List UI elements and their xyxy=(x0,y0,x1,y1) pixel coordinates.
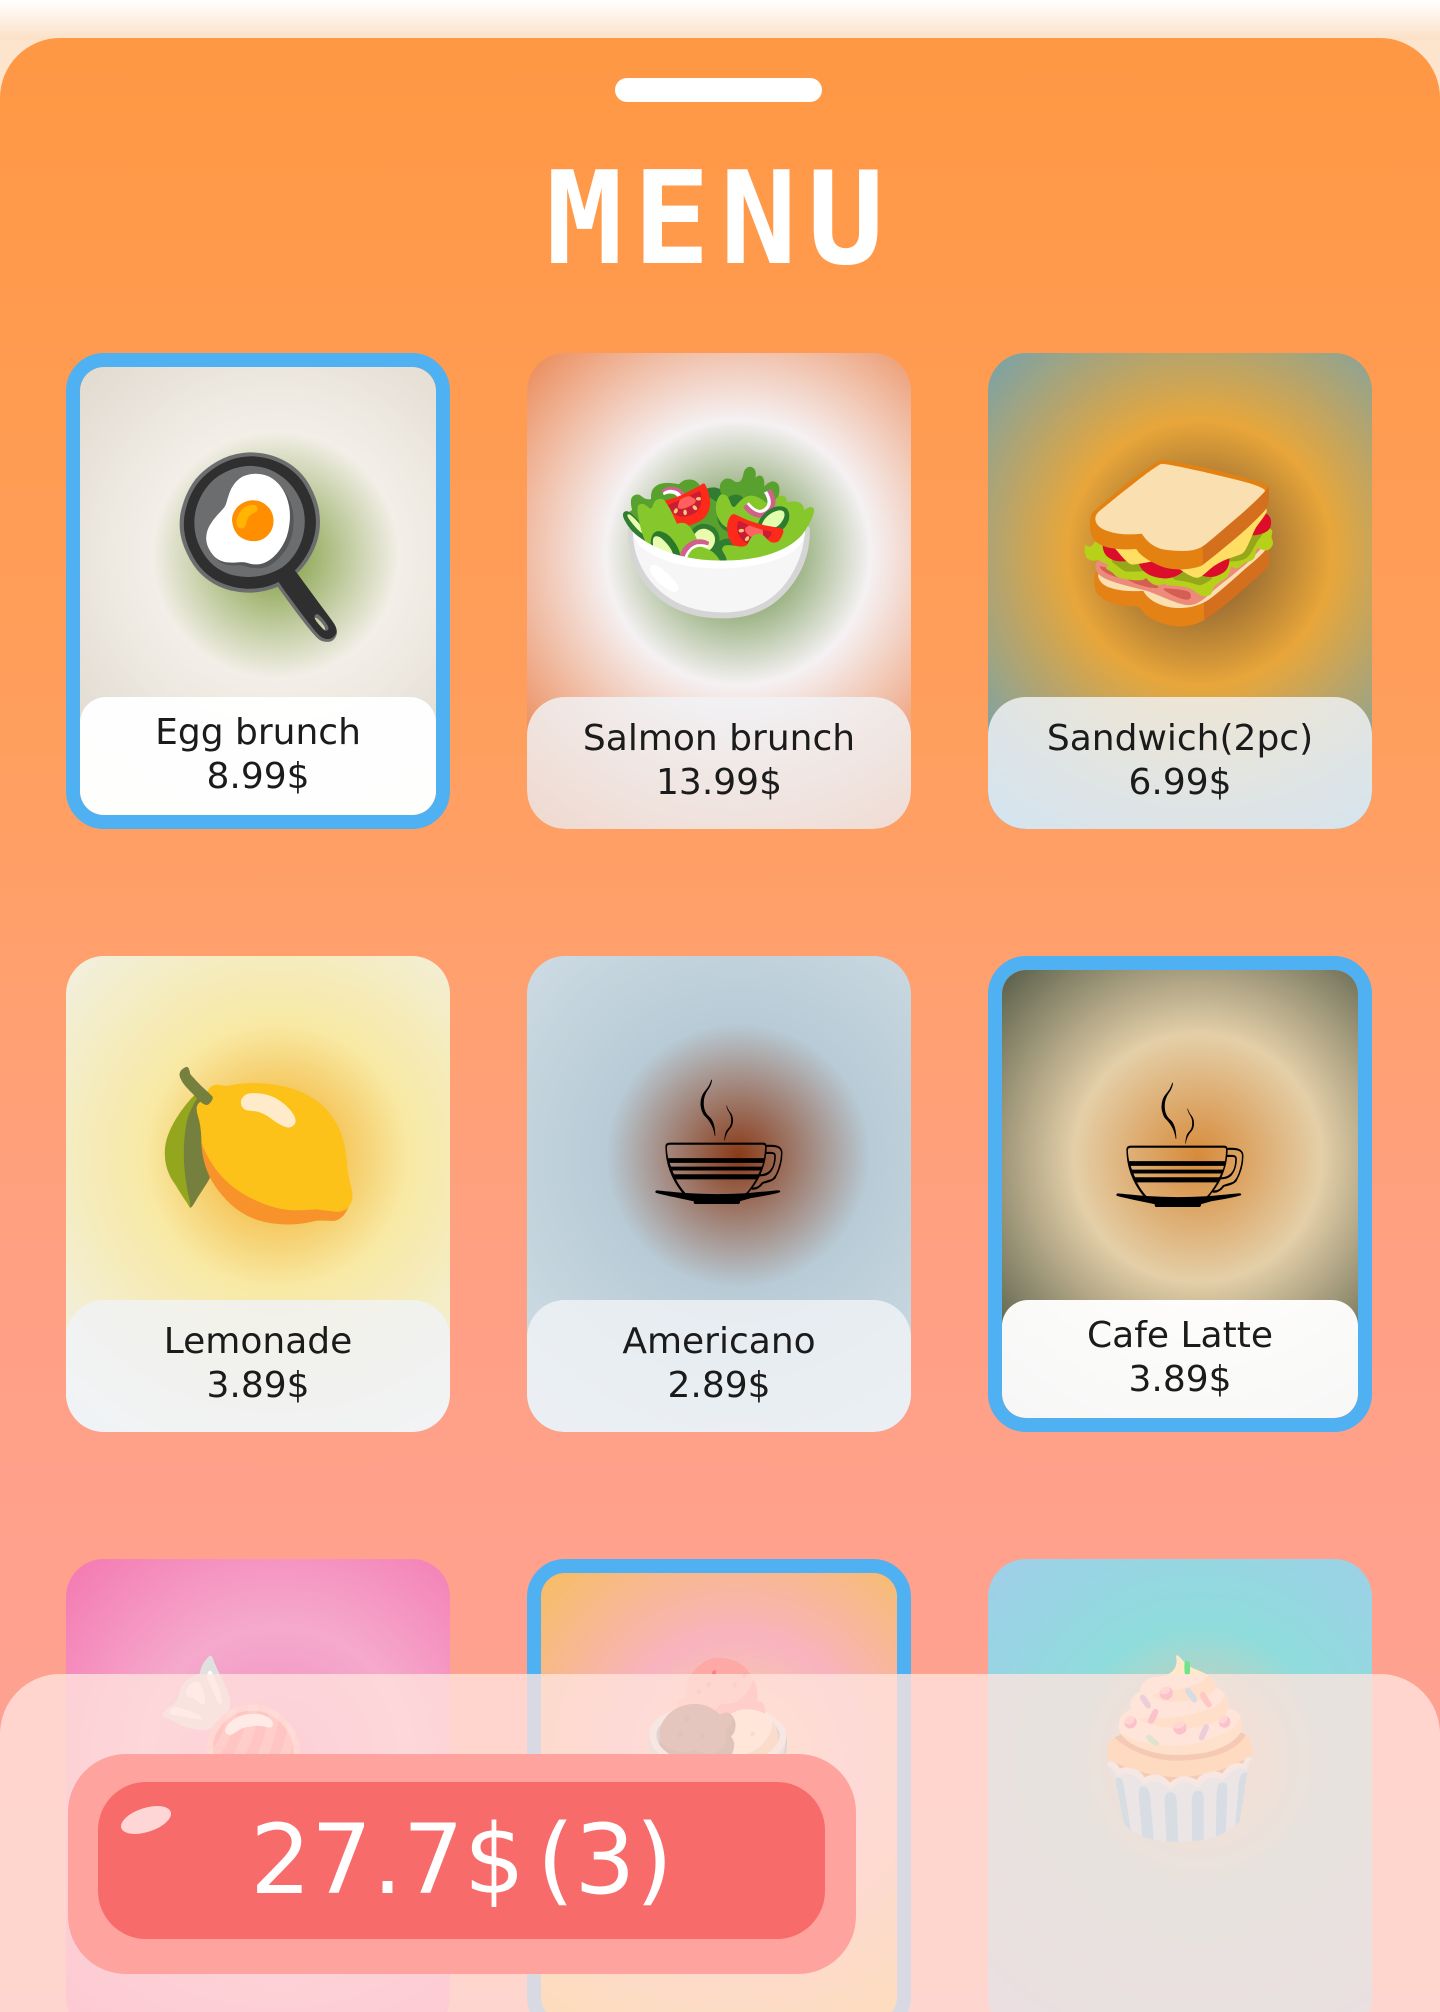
lemonade-icon: 🍋 xyxy=(152,1047,364,1246)
menu-item-card[interactable]: 🥪 Sandwich(2pc) 6.99$ xyxy=(988,353,1372,829)
menu-item-card[interactable]: 🍳 Egg brunch 8.99$ xyxy=(66,353,450,829)
menu-item-name: Lemonade xyxy=(163,1321,353,1362)
cart-count: (3) xyxy=(536,1804,673,1916)
menu-item-name: Americano xyxy=(622,1321,816,1362)
latte-icon: ☕ xyxy=(1103,1050,1257,1249)
cart-summary[interactable]: 27.7$ (3) xyxy=(98,1782,825,1939)
menu-item-card[interactable]: 🥗 Salmon brunch 13.99$ xyxy=(527,353,911,829)
menu-item-label: Sandwich(2pc) 6.99$ xyxy=(988,697,1372,829)
menu-item-label: Americano 2.89$ xyxy=(527,1300,911,1432)
menu-item-price: 8.99$ xyxy=(206,756,310,797)
cart-total: 27.7$ xyxy=(250,1804,525,1916)
menu-item-price: 2.89$ xyxy=(667,1365,771,1406)
menu-item-card[interactable]: 🍋 Lemonade 3.89$ xyxy=(66,956,450,1432)
menu-item-price: 6.99$ xyxy=(1128,762,1232,803)
menu-item-card[interactable]: ☕ Cafe Latte 3.89$ xyxy=(988,956,1372,1432)
menu-item-price: 13.99$ xyxy=(656,762,782,803)
page-title: MENU xyxy=(545,145,895,294)
menu-item-name: Egg brunch xyxy=(155,712,361,753)
menu-item-label: Cafe Latte 3.89$ xyxy=(1002,1300,1358,1418)
sheet-drag-handle[interactable] xyxy=(615,78,822,102)
menu-item-name: Salmon brunch xyxy=(582,718,856,759)
menu-item-price: 3.89$ xyxy=(1128,1359,1232,1400)
menu-item-card[interactable]: ☕ Americano 2.89$ xyxy=(527,956,911,1432)
americano-icon: ☕ xyxy=(642,1047,796,1246)
menu-item-label: Salmon brunch 13.99$ xyxy=(527,697,911,829)
menu-item-label: Egg brunch 8.99$ xyxy=(80,697,436,815)
menu-item-price: 3.89$ xyxy=(206,1365,310,1406)
sandwich-icon: 🥪 xyxy=(1074,444,1286,643)
menu-item-name: Cafe Latte xyxy=(1087,1315,1273,1356)
egg-brunch-icon: 🍳 xyxy=(152,447,364,646)
menu-item-name: Sandwich(2pc) xyxy=(1046,718,1314,759)
menu-page: MENU 🍳 Egg brunch 8.99$ 🥗 Salmon brunch 13.9… xyxy=(0,0,1440,2012)
menu-item-label: Lemonade 3.89$ xyxy=(66,1300,450,1432)
salmon-brunch-icon: 🥗 xyxy=(613,444,825,643)
top-glow xyxy=(0,0,1440,40)
